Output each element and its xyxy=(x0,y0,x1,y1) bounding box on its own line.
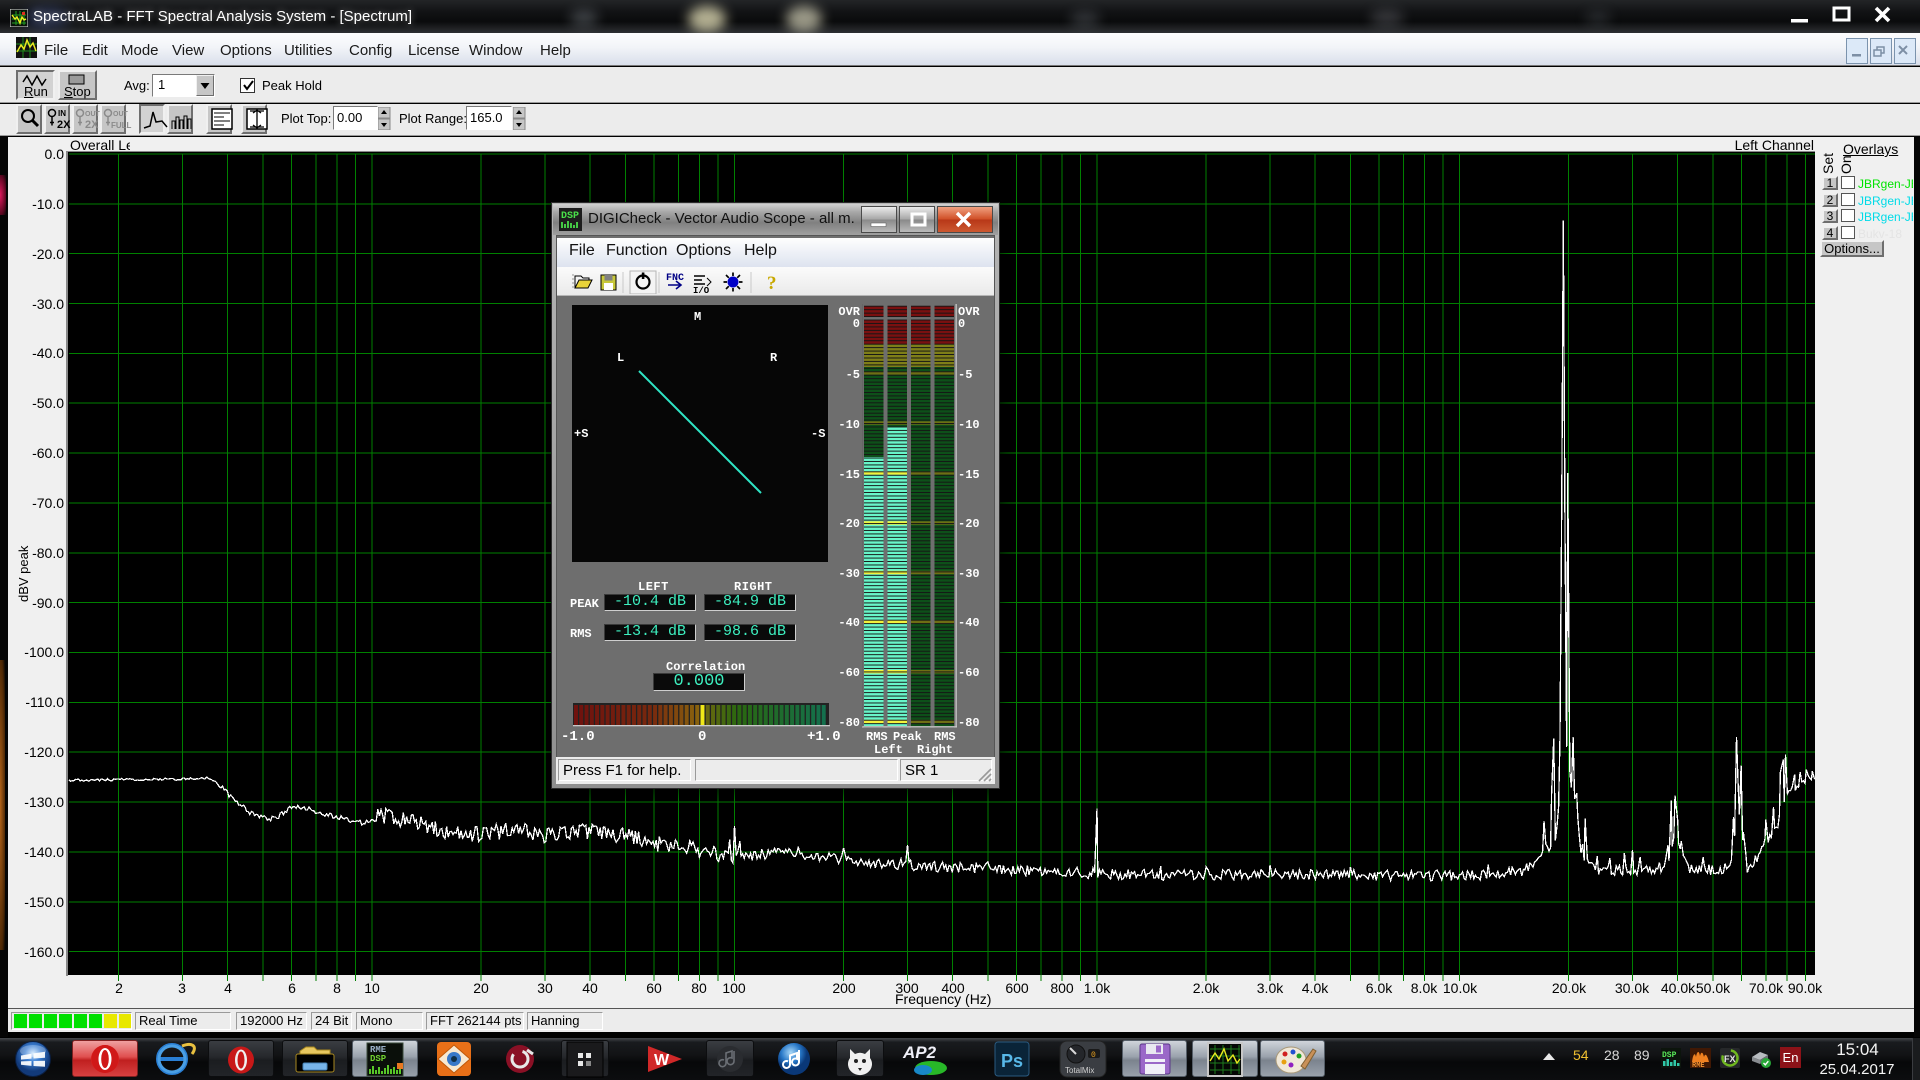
svg-text:FX: FX xyxy=(1724,1054,1736,1064)
svg-text:Ps: Ps xyxy=(1001,1051,1023,1071)
svg-text:DSP: DSP xyxy=(561,211,579,222)
svg-text:On: On xyxy=(1838,155,1854,174)
svg-text:OUT: OUT xyxy=(113,111,129,118)
svg-text:DSP: DSP xyxy=(1662,1051,1677,1060)
svg-text:W: W xyxy=(654,1052,670,1069)
svg-text:RME: RME xyxy=(1692,1062,1705,1068)
svg-text:AP2: AP2 xyxy=(902,1043,937,1062)
svg-text:OUT: OUT xyxy=(85,111,101,118)
svg-text:0: 0 xyxy=(1091,1051,1096,1060)
svg-text:Set: Set xyxy=(1820,153,1836,174)
svg-text:FULL: FULL xyxy=(111,121,132,130)
svg-text:2X: 2X xyxy=(85,119,99,131)
svg-text:DSP: DSP xyxy=(370,1054,387,1064)
svg-text:FNC: FNC xyxy=(666,273,684,284)
svg-text:?: ? xyxy=(767,273,777,294)
svg-text:TotalMix: TotalMix xyxy=(1065,1066,1094,1075)
svg-text:I/O: I/O xyxy=(693,286,710,294)
